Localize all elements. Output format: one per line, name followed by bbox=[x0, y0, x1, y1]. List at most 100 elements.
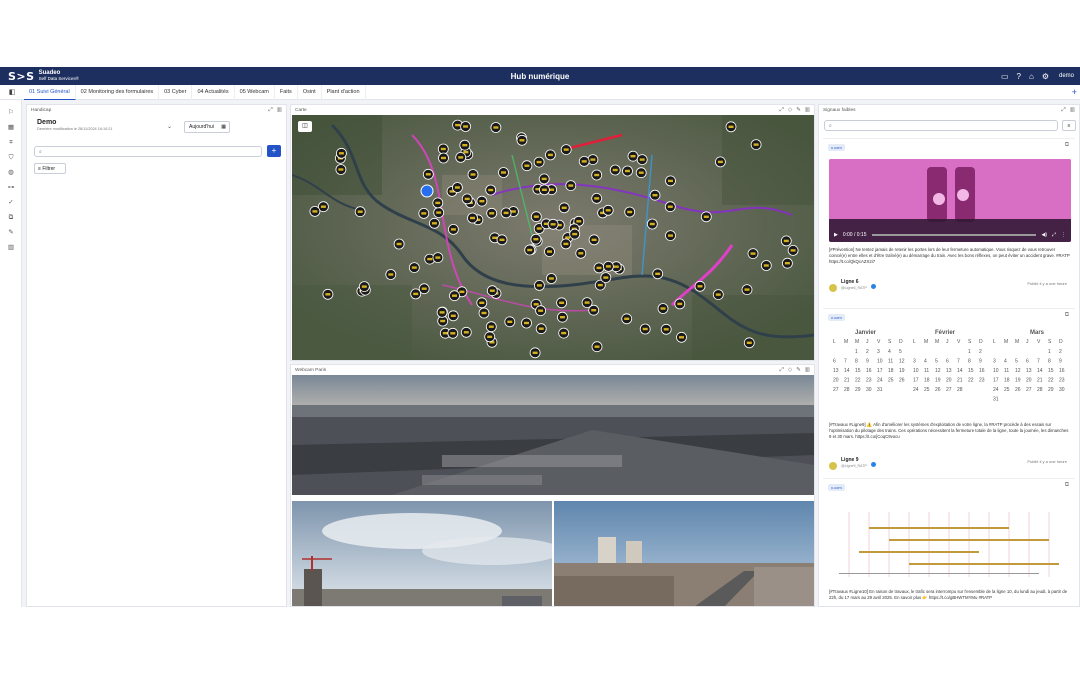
edit-icon[interactable]: ✎ bbox=[796, 367, 801, 374]
tab-osint[interactable]: Osint bbox=[298, 84, 322, 100]
external-link-icon[interactable]: ⧉ bbox=[1065, 312, 1069, 319]
timetable-image[interactable] bbox=[829, 497, 1071, 585]
map-marker[interactable] bbox=[436, 306, 448, 318]
map-layers-button[interactable]: ◫ bbox=[298, 121, 312, 132]
map-marker[interactable] bbox=[621, 313, 633, 325]
shield-icon[interactable]: ⛉ bbox=[0, 150, 22, 165]
external-link-icon[interactable]: ⧉ bbox=[1065, 142, 1069, 149]
map-marker[interactable] bbox=[712, 289, 724, 301]
calendar-icon[interactable]: ▦ bbox=[0, 120, 22, 135]
map-marker[interactable] bbox=[451, 182, 463, 193]
delete-icon[interactable]: ▥ bbox=[805, 367, 810, 374]
map-marker[interactable] bbox=[700, 211, 712, 223]
map-marker[interactable] bbox=[529, 347, 541, 359]
map-marker[interactable] bbox=[418, 208, 430, 219]
map-icon[interactable]: ⌗ bbox=[0, 135, 22, 150]
map-marker[interactable] bbox=[545, 273, 557, 284]
help-icon[interactable]: ? bbox=[1017, 72, 1021, 81]
map-marker[interactable] bbox=[622, 165, 633, 177]
map-marker[interactable] bbox=[538, 184, 550, 196]
delete-icon[interactable]: ▥ bbox=[277, 107, 282, 114]
map-marker[interactable] bbox=[461, 193, 473, 205]
tab-faits[interactable]: Faits bbox=[275, 84, 298, 100]
map-marker[interactable] bbox=[560, 144, 572, 155]
trash-icon[interactable]: ▥ bbox=[0, 240, 22, 255]
map-marker[interactable] bbox=[467, 169, 479, 180]
map-marker[interactable] bbox=[335, 164, 347, 175]
map-marker[interactable] bbox=[780, 235, 792, 247]
map-marker[interactable] bbox=[498, 167, 509, 178]
map-marker[interactable] bbox=[354, 206, 366, 218]
expand-icon[interactable]: ⤢ bbox=[1061, 107, 1065, 114]
map-marker[interactable] bbox=[393, 238, 405, 250]
map-marker[interactable] bbox=[484, 331, 496, 343]
map-marker[interactable] bbox=[459, 139, 471, 151]
tab-suivi-general[interactable]: 01 Suivi Général bbox=[24, 84, 76, 100]
map-marker[interactable] bbox=[760, 260, 772, 271]
map-marker[interactable] bbox=[657, 303, 669, 314]
map-marker[interactable] bbox=[588, 234, 600, 246]
fullscreen-icon[interactable]: ⤢ bbox=[780, 367, 784, 374]
map-marker[interactable] bbox=[460, 326, 472, 338]
tab-actualites[interactable]: 04 Actualités bbox=[192, 84, 235, 100]
map-marker[interactable] bbox=[524, 244, 536, 256]
map-canvas[interactable] bbox=[292, 115, 814, 360]
flag-icon[interactable]: ⚐ bbox=[0, 105, 22, 120]
map-marker[interactable] bbox=[587, 154, 599, 165]
map-marker[interactable] bbox=[410, 288, 422, 300]
map-marker[interactable] bbox=[336, 147, 347, 159]
map-marker[interactable] bbox=[437, 143, 449, 155]
map-marker[interactable] bbox=[504, 316, 516, 328]
map-marker[interactable] bbox=[664, 201, 676, 213]
location-marker[interactable] bbox=[420, 184, 434, 198]
map-marker[interactable] bbox=[422, 168, 434, 180]
map-marker[interactable] bbox=[787, 244, 799, 256]
map-marker[interactable] bbox=[665, 230, 676, 241]
check-icon[interactable]: ✓ bbox=[0, 195, 22, 210]
author-name[interactable]: Ligne 9 bbox=[841, 457, 859, 463]
video-progress[interactable] bbox=[871, 234, 1037, 236]
map-marker[interactable] bbox=[660, 323, 672, 335]
map-marker[interactable] bbox=[624, 206, 636, 218]
map-marker[interactable] bbox=[309, 206, 321, 217]
map-marker[interactable] bbox=[521, 317, 532, 329]
map-marker[interactable] bbox=[602, 260, 614, 272]
map-marker[interactable] bbox=[322, 288, 334, 300]
selector[interactable]: Demo Dernière modification le 28/11/2024… bbox=[37, 119, 113, 131]
map-marker[interactable] bbox=[556, 311, 568, 323]
more-icon[interactable]: ⋮ bbox=[1061, 232, 1066, 238]
map-marker[interactable] bbox=[538, 173, 550, 185]
map-marker[interactable] bbox=[635, 167, 647, 179]
map-marker[interactable] bbox=[676, 331, 687, 343]
author-name[interactable]: Ligne 6 bbox=[841, 279, 859, 285]
map-marker[interactable] bbox=[694, 280, 706, 292]
map-marker[interactable] bbox=[478, 307, 490, 319]
filter-icon[interactable]: ≡ bbox=[1062, 120, 1076, 131]
map-marker[interactable] bbox=[544, 246, 555, 258]
map-marker[interactable] bbox=[385, 269, 397, 280]
chevron-down-icon[interactable]: ⌄ bbox=[167, 123, 172, 130]
play-icon[interactable]: ▶ bbox=[834, 232, 838, 238]
map-marker[interactable] bbox=[533, 279, 545, 291]
map-marker[interactable] bbox=[485, 184, 497, 196]
map-marker[interactable] bbox=[521, 160, 533, 172]
map-marker[interactable] bbox=[578, 156, 590, 167]
map-marker[interactable] bbox=[447, 310, 459, 322]
expand-icon[interactable]: ⤢ bbox=[268, 107, 272, 114]
car-icon[interactable]: ⊶ bbox=[0, 180, 22, 195]
map-marker[interactable] bbox=[486, 285, 498, 297]
map-marker[interactable] bbox=[530, 211, 542, 223]
map-marker[interactable] bbox=[639, 323, 651, 335]
sidebar-toggle-icon[interactable]: ◧ bbox=[0, 88, 24, 96]
map-marker[interactable] bbox=[560, 238, 572, 250]
map-marker[interactable] bbox=[535, 305, 547, 317]
pencil-icon[interactable]: ✎ bbox=[0, 225, 22, 240]
map-marker[interactable] bbox=[591, 169, 603, 181]
video-player[interactable]: ▶ 0:00 / 0:15 ◀) ⤢ ⋮ bbox=[829, 159, 1071, 242]
map-marker[interactable] bbox=[496, 234, 508, 246]
map-marker[interactable] bbox=[408, 262, 420, 274]
refresh-icon[interactable]: ◇ bbox=[788, 107, 792, 114]
map-marker[interactable] bbox=[609, 164, 621, 176]
map-marker[interactable] bbox=[358, 281, 370, 293]
source-badge[interactable]: x.com bbox=[828, 144, 845, 151]
